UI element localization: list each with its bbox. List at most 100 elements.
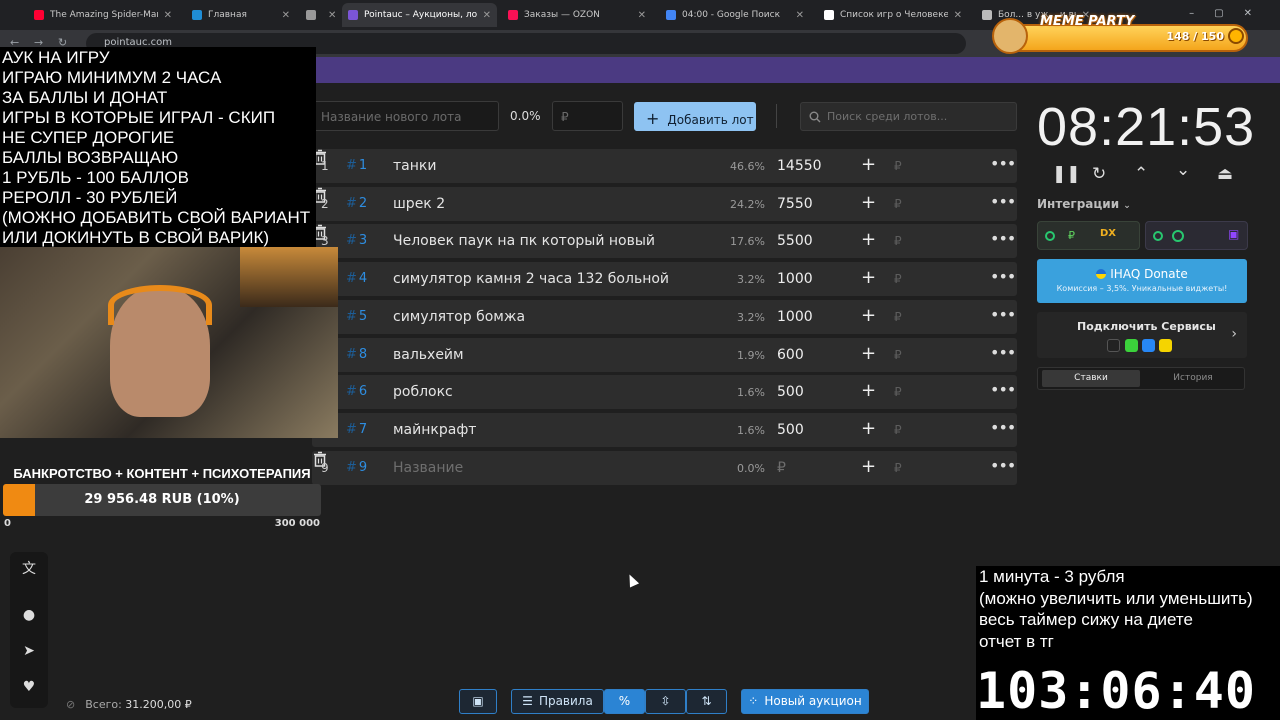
close-tab-icon[interactable]: ✕ [483, 10, 491, 21]
close-tab-icon[interactable]: ✕ [328, 10, 336, 21]
translate-icon[interactable]: 文 [21, 561, 37, 577]
doge-icon [992, 18, 1028, 54]
lot-name-input[interactable]: роблокс [393, 384, 453, 400]
browser-tab[interactable]: 04:00 - Google Поиск ✕ [660, 3, 810, 27]
browser-tab[interactable]: Список игр о Человеке-пауке ✕ [818, 3, 968, 27]
close-tab-icon[interactable]: ✕ [282, 10, 290, 21]
eye-off-icon[interactable]: ⊘ [66, 698, 75, 711]
ihaq-donate-banner[interactable]: IHAQ Donate Комиссия – 3,5%. Уникальные … [1037, 259, 1247, 303]
close-tab-icon[interactable]: ✕ [796, 10, 804, 21]
new-lot-amount-input[interactable]: ₽ [552, 101, 623, 131]
search-lots-input[interactable]: Поиск среди лотов... [800, 102, 1017, 131]
more-options-icon[interactable]: ••• [990, 192, 1016, 211]
integration-card-twitch[interactable]: ▣ [1145, 221, 1248, 250]
bid-amount-input[interactable]: ₽ [894, 385, 902, 399]
more-options-icon[interactable]: ••• [990, 154, 1016, 173]
lot-id[interactable]: #6 [346, 384, 367, 399]
new-auction-button[interactable]: ⁘ Новый аукцион [741, 689, 869, 714]
add-amount-button[interactable]: + [861, 456, 876, 477]
more-options-icon[interactable]: ••• [990, 343, 1016, 362]
reset-icon[interactable]: ↻ [1092, 164, 1106, 184]
pause-icon[interactable]: ❚❚ [1052, 164, 1081, 184]
lot-amount-input[interactable]: 600 [777, 347, 804, 363]
lot-name-input[interactable]: симулятор бомжа [393, 309, 525, 325]
lot-id[interactable]: #4 [346, 271, 367, 286]
save-button[interactable]: ▣ [459, 689, 497, 714]
bid-amount-input[interactable]: ₽ [894, 197, 902, 211]
add-lot-button[interactable]: + Добавить лот [634, 102, 756, 131]
new-lot-name-input[interactable]: Название нового лота [312, 101, 499, 131]
integration-card-donation[interactable]: ₽ DX [1037, 221, 1140, 250]
lot-name-input[interactable]: шрек 2 [393, 196, 445, 212]
chevron-down-icon[interactable]: ⌄ [1176, 160, 1190, 180]
rules-button[interactable]: ☰ Правила [511, 689, 604, 714]
lot-row: 6#8вальхейм1.9%600+₽••• [312, 337, 1017, 372]
bid-amount-input[interactable]: ₽ [894, 234, 902, 248]
lot-amount-input[interactable]: 1000 [777, 309, 813, 325]
lot-id[interactable]: #8 [346, 347, 367, 362]
lot-id[interactable]: #3 [346, 233, 367, 248]
bid-amount-input[interactable]: ₽ [894, 159, 902, 173]
lot-name-input[interactable]: вальхейм [393, 347, 464, 363]
lot-position: 1 [321, 159, 329, 173]
lot-name-input[interactable]: Человек паук на пк который новый [393, 233, 655, 249]
lot-percent: 24.2% [730, 197, 765, 211]
browser-tab[interactable]: Pointauc – Аукционы, лотереи ✕ [342, 3, 497, 27]
bid-amount-input[interactable]: ₽ [894, 272, 902, 286]
lot-amount-input[interactable]: 5500 [777, 233, 813, 249]
lot-amount-input[interactable]: 500 [777, 422, 804, 438]
add-amount-button[interactable]: + [861, 380, 876, 401]
tab-bets[interactable]: Ставки [1042, 370, 1140, 387]
browser-tab[interactable]: Главная ✕ [186, 3, 296, 27]
lot-name-input[interactable]: танки [393, 158, 436, 174]
telegram-icon[interactable]: ➤ [21, 643, 37, 659]
more-options-icon[interactable]: ••• [990, 229, 1016, 248]
add-amount-button[interactable]: + [861, 192, 876, 213]
lot-name-input[interactable]: Название [393, 460, 463, 476]
collapse-icon[interactable]: ⏏ [1217, 164, 1233, 184]
chevron-up-icon[interactable]: ⌃ [1134, 164, 1148, 184]
browser-tab[interactable]: Заказы — OZON ✕ [502, 3, 652, 27]
more-options-icon[interactable]: ••• [990, 305, 1016, 324]
add-amount-button[interactable]: + [861, 418, 876, 439]
lot-id[interactable]: #9 [346, 460, 367, 475]
bid-amount-input[interactable]: ₽ [894, 461, 902, 475]
more-options-icon[interactable]: ••• [990, 456, 1016, 475]
overlay-line: НЕ СУПЕР ДОРОГИЕ [2, 128, 175, 147]
add-amount-button[interactable]: + [861, 343, 876, 364]
lot-amount-input[interactable]: 1000 [777, 271, 813, 287]
lot-name-input[interactable]: майнкрафт [393, 422, 476, 438]
lot-amount-input[interactable]: 7550 [777, 196, 813, 212]
split-toggle[interactable]: ⇳ [645, 689, 686, 714]
close-tab-icon[interactable]: ✕ [954, 10, 962, 21]
add-amount-button[interactable]: + [861, 305, 876, 326]
close-tab-icon[interactable]: ✕ [164, 10, 172, 21]
connect-services-button[interactable]: Подключить Сервисы › [1037, 312, 1247, 358]
integrations-toggle[interactable]: Интеграции ⌄ [1037, 197, 1131, 211]
lot-name-input[interactable]: симулятор камня 2 часа 132 больной [393, 271, 669, 287]
browser-tab[interactable]: ✕ [300, 3, 340, 27]
lot-id[interactable]: #2 [346, 196, 367, 211]
more-options-icon[interactable]: ••• [990, 418, 1016, 437]
tab-history[interactable]: История [1144, 370, 1242, 387]
lot-id[interactable]: #5 [346, 309, 367, 324]
bid-amount-input[interactable]: ₽ [894, 423, 902, 437]
donate-icon[interactable]: ♥ [21, 679, 37, 695]
lot-amount-input[interactable]: ₽ [777, 460, 786, 476]
lot-amount-input[interactable]: 14550 [777, 158, 822, 174]
lot-id[interactable]: #7 [346, 422, 367, 437]
browser-tab[interactable]: The Amazing Spider-Man игра ✕ [28, 3, 178, 27]
bid-amount-input[interactable]: ₽ [894, 310, 902, 324]
add-amount-button[interactable]: + [861, 267, 876, 288]
close-tab-icon[interactable]: ✕ [638, 10, 646, 21]
sort-toggle[interactable]: ⇅ [686, 689, 727, 714]
github-icon[interactable]: ● [21, 607, 37, 623]
lot-id[interactable]: #1 [346, 158, 367, 173]
add-amount-button[interactable]: + [861, 229, 876, 250]
more-options-icon[interactable]: ••• [990, 380, 1016, 399]
lot-amount-input[interactable]: 500 [777, 384, 804, 400]
bid-amount-input[interactable]: ₽ [894, 348, 902, 362]
add-amount-button[interactable]: + [861, 154, 876, 175]
percent-toggle[interactable]: % [604, 689, 645, 714]
more-options-icon[interactable]: ••• [990, 267, 1016, 286]
